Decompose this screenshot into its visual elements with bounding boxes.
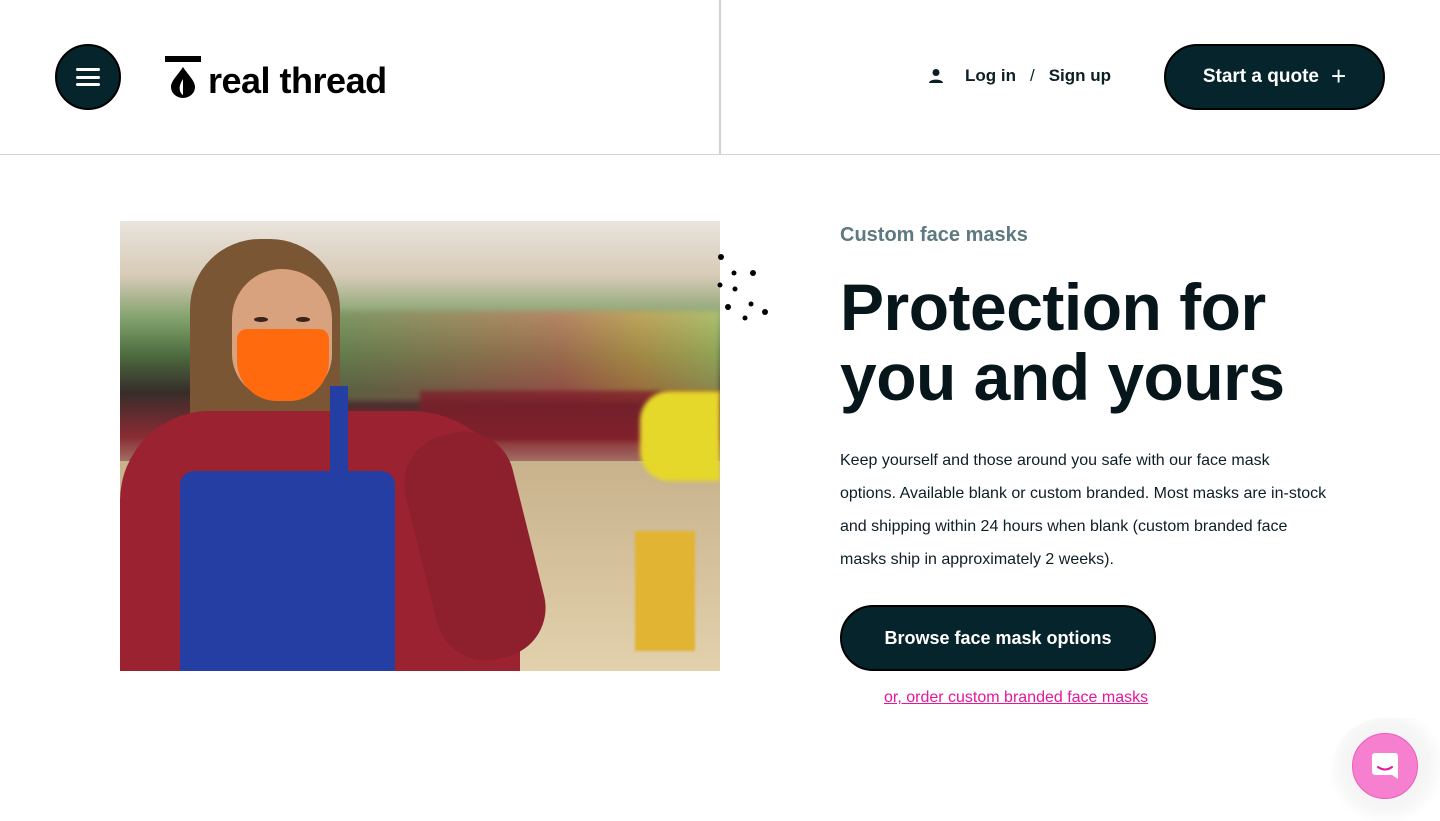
user-icon [929,69,943,83]
plus-icon: + [1330,60,1347,91]
auth-separator: / [1029,66,1035,85]
browse-face-masks-button[interactable]: Browse face mask options [840,605,1156,671]
chat-smile-icon [1372,753,1398,779]
start-quote-label: Start a quote [1202,66,1319,87]
hamburger-menu-icon [76,68,100,86]
hero-description: Keep yourself and those around you safe … [840,452,1327,568]
chat-widget-button[interactable] [1352,733,1418,799]
eyebrow-label: Custom face masks [840,224,1028,246]
start-quote-button[interactable]: Start a quote + [1164,44,1385,110]
page-title: Protection for you and yours [840,270,1285,414]
site-header: real thread Log in / Sign up Start a quo… [0,0,1440,155]
dots-icon [717,254,768,321]
login-link[interactable]: Log in [965,66,1016,86]
logo[interactable]: real thread [165,56,387,100]
hero-image [120,221,720,671]
auth-links: Log in / Sign up [928,66,1111,86]
signup-link[interactable]: Sign up [1049,66,1111,86]
logo-text: real thread [208,60,387,101]
menu-button[interactable] [55,44,121,110]
thread-drop-icon [165,56,201,100]
header-divider [719,0,721,155]
custom-branded-masks-link[interactable]: or, order custom branded face masks [884,689,1148,707]
